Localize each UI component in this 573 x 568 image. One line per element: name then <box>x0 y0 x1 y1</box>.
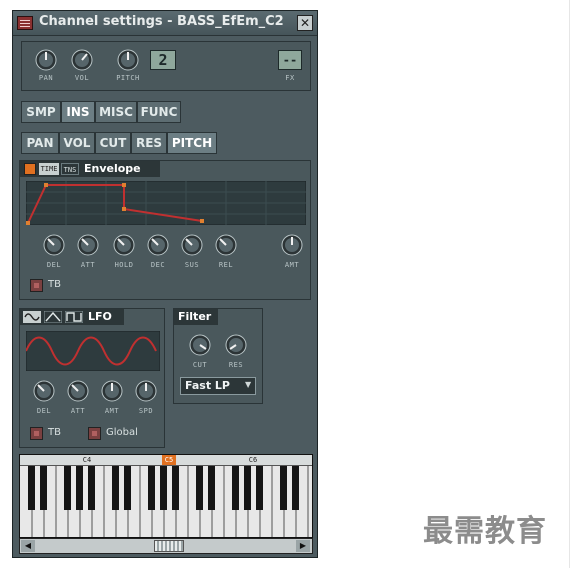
chevron-down-icon: ▼ <box>245 380 252 389</box>
lfo-tb-label: TB <box>48 427 61 438</box>
filter-res-knob[interactable] <box>224 333 248 357</box>
filter-type-select[interactable]: Fast LP ▼ <box>180 377 256 395</box>
filter-cut-label: CUT <box>192 361 208 369</box>
lfo-global-toggle[interactable] <box>88 427 101 440</box>
tab-func[interactable]: FUNC <box>137 101 181 123</box>
title-bar[interactable]: Channel settings - BASS_EfEm_C2 ✕ <box>13 11 317 36</box>
watermark-text: 最需教育 <box>423 514 547 549</box>
env-tb-label: TB <box>48 279 61 290</box>
env-sus-knob[interactable] <box>180 233 204 257</box>
tab-pitch[interactable]: PITCH <box>167 132 217 154</box>
lfo-graph <box>26 331 160 371</box>
channel-number-display[interactable]: 2 <box>150 50 176 70</box>
env-dec-knob[interactable] <box>146 233 170 257</box>
key-label-c6: C6 <box>248 456 258 464</box>
envelope-enable-toggle[interactable] <box>24 163 36 175</box>
triangle-wave-icon[interactable] <box>44 311 62 323</box>
vol-label: VOL <box>74 74 90 82</box>
tab-misc[interactable]: MISC <box>95 101 137 123</box>
pitch-label: PITCH <box>116 74 140 82</box>
lfo-spd-knob[interactable] <box>134 379 158 403</box>
lfo-amt-knob[interactable] <box>100 379 124 403</box>
key-label-c5: C5 <box>162 455 176 465</box>
env-del-knob[interactable] <box>42 233 66 257</box>
env-hold-knob[interactable] <box>112 233 136 257</box>
env-rel-knob[interactable] <box>214 233 238 257</box>
top-controls-panel: PAN VOL PITCH 2 -- FX <box>21 41 311 91</box>
filter-cut-knob[interactable] <box>188 333 212 357</box>
envelope-panel: TIME TNS Envelope DEL ATT HOLD DEC SUS R… <box>19 160 311 300</box>
tab-res[interactable]: RES <box>131 132 167 154</box>
filter-type-value: Fast LP <box>185 379 230 392</box>
time-button[interactable]: TIME <box>39 163 59 175</box>
square-wave-icon[interactable] <box>65 311 83 323</box>
lfo-del-knob[interactable] <box>32 379 56 403</box>
channel-settings-window: Channel settings - BASS_EfEm_C2 ✕ PAN VO… <box>12 10 318 558</box>
lfo-title: LFO <box>88 310 112 323</box>
scroll-left-arrow-icon[interactable]: ◀ <box>21 540 35 552</box>
key-label-c4: C4 <box>82 456 92 464</box>
pan-label: PAN <box>38 74 54 82</box>
pitch-knob[interactable] <box>116 48 140 72</box>
env-amt-knob[interactable] <box>280 233 304 257</box>
fx-display[interactable]: -- <box>278 50 302 70</box>
filter-panel: Filter CUT RES Fast LP ▼ <box>173 308 263 404</box>
close-button[interactable]: ✕ <box>297 15 313 31</box>
window-title: Channel settings - BASS_EfEm_C2 <box>39 14 284 29</box>
env-att-label: ATT <box>80 261 96 269</box>
channel-icon <box>17 16 33 30</box>
lfo-att-knob[interactable] <box>66 379 90 403</box>
lfo-global-label: Global <box>106 427 138 438</box>
fx-label: FX <box>285 74 295 82</box>
sine-wave-icon[interactable] <box>23 311 41 323</box>
envelope-title: Envelope <box>84 162 141 175</box>
lfo-panel: LFO DEL ATT AMT SPD TB Global <box>19 308 165 448</box>
tab-ins[interactable]: INS <box>61 101 95 123</box>
tab-smp[interactable]: SMP <box>21 101 61 123</box>
lfo-spd-label: SPD <box>138 407 154 415</box>
scroll-thumb[interactable] <box>154 540 184 552</box>
pan-knob[interactable] <box>34 48 58 72</box>
env-amt-label: AMT <box>284 261 300 269</box>
tab-cut[interactable]: CUT <box>95 132 131 154</box>
filter-title: Filter <box>178 310 212 323</box>
env-tb-toggle[interactable] <box>30 279 43 292</box>
page-divider <box>569 0 570 568</box>
lfo-tb-toggle[interactable] <box>30 427 43 440</box>
piano-keyboard[interactable]: C4 C5 C6 <box>19 454 313 538</box>
env-att-knob[interactable] <box>76 233 100 257</box>
tns-button[interactable]: TNS <box>61 163 79 175</box>
tab-vol[interactable]: VOL <box>59 132 95 154</box>
vol-knob[interactable] <box>70 48 94 72</box>
scroll-right-arrow-icon[interactable]: ▶ <box>296 540 310 552</box>
env-rel-label: REL <box>218 261 234 269</box>
keyboard-scrollbar[interactable]: ◀ ▶ <box>19 538 313 554</box>
envelope-graph[interactable] <box>26 181 306 225</box>
filter-res-label: RES <box>228 361 244 369</box>
piano-keys[interactable] <box>20 466 312 537</box>
tab-pan[interactable]: PAN <box>21 132 59 154</box>
